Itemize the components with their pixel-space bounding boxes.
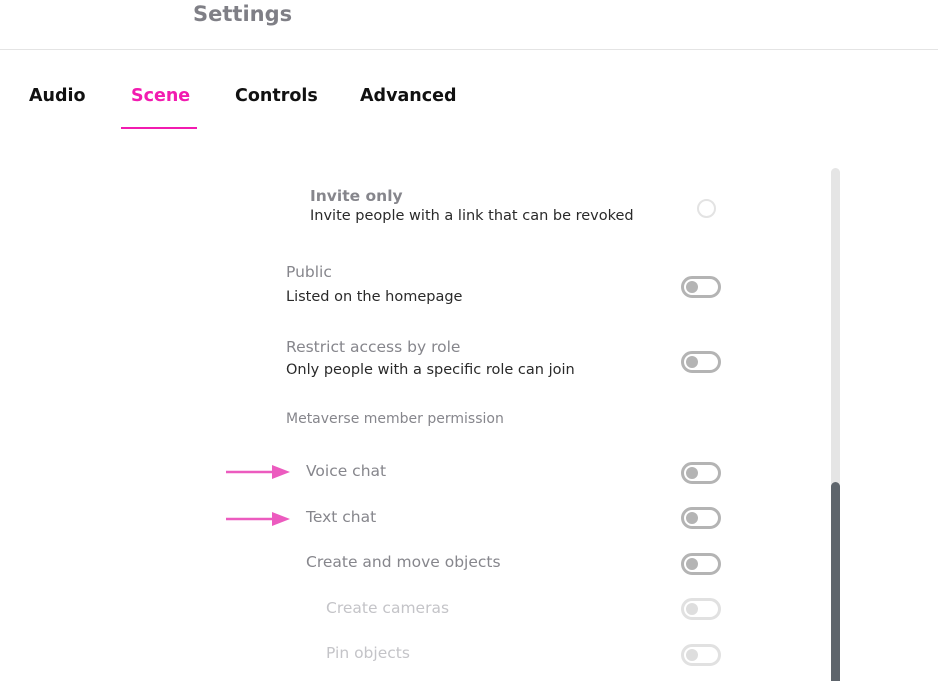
public-toggle[interactable] — [681, 276, 721, 298]
toggle-knob — [686, 512, 698, 524]
restrict-by-role-toggle[interactable] — [681, 351, 721, 373]
voice-chat-toggle[interactable] — [681, 462, 721, 484]
invite-only-radio[interactable] — [697, 199, 716, 218]
active-tab-indicator — [121, 127, 197, 129]
pin-objects-toggle[interactable] — [681, 644, 721, 666]
scrollbar-thumb[interactable] — [831, 482, 840, 681]
setting-public: Public Listed on the homepage — [286, 263, 462, 305]
tab-controls[interactable]: Controls — [235, 86, 318, 106]
setting-restrict-by-role: Restrict access by role Only people with… — [286, 338, 575, 378]
invite-only-description: Invite people with a link that can be re… — [310, 208, 634, 224]
text-chat-toggle[interactable] — [681, 507, 721, 529]
page-title: Settings — [193, 2, 293, 26]
tab-scene[interactable]: Scene — [131, 86, 190, 106]
toggle-knob — [686, 603, 698, 615]
public-description: Listed on the homepage — [286, 289, 463, 305]
settings-header: Settings — [0, 0, 938, 50]
tab-audio[interactable]: Audio — [29, 86, 86, 106]
voice-chat-title: Voice chat — [306, 462, 387, 480]
setting-invite-only: Invite only Invite people with a link th… — [310, 187, 634, 224]
toggle-knob — [686, 467, 698, 479]
member-permission-label: Metaverse member permission — [286, 411, 504, 427]
tab-advanced[interactable]: Advanced — [360, 86, 457, 106]
restrict-by-role-description: Only people with a specific role can joi… — [286, 362, 575, 378]
scene-settings-panel: Invite only Invite people with a link th… — [0, 150, 830, 681]
clipped-previous-row — [286, 154, 526, 164]
create-cameras-toggle[interactable] — [681, 598, 721, 620]
restrict-by-role-title: Restrict access by role — [286, 338, 461, 356]
annotation-arrow-icon — [226, 465, 290, 479]
annotation-arrow-icon — [226, 512, 290, 526]
invite-only-title: Invite only — [310, 187, 403, 205]
public-title: Public — [286, 263, 332, 281]
create-cameras-title: Create cameras — [326, 599, 450, 617]
create-move-objects-toggle[interactable] — [681, 553, 721, 575]
toggle-knob — [686, 649, 698, 661]
toggle-knob — [686, 281, 698, 293]
pin-objects-title: Pin objects — [326, 644, 410, 662]
toggle-knob — [686, 558, 698, 570]
text-chat-title: Text chat — [306, 508, 377, 526]
toggle-knob — [686, 356, 698, 368]
create-move-objects-title: Create and move objects — [306, 553, 501, 571]
